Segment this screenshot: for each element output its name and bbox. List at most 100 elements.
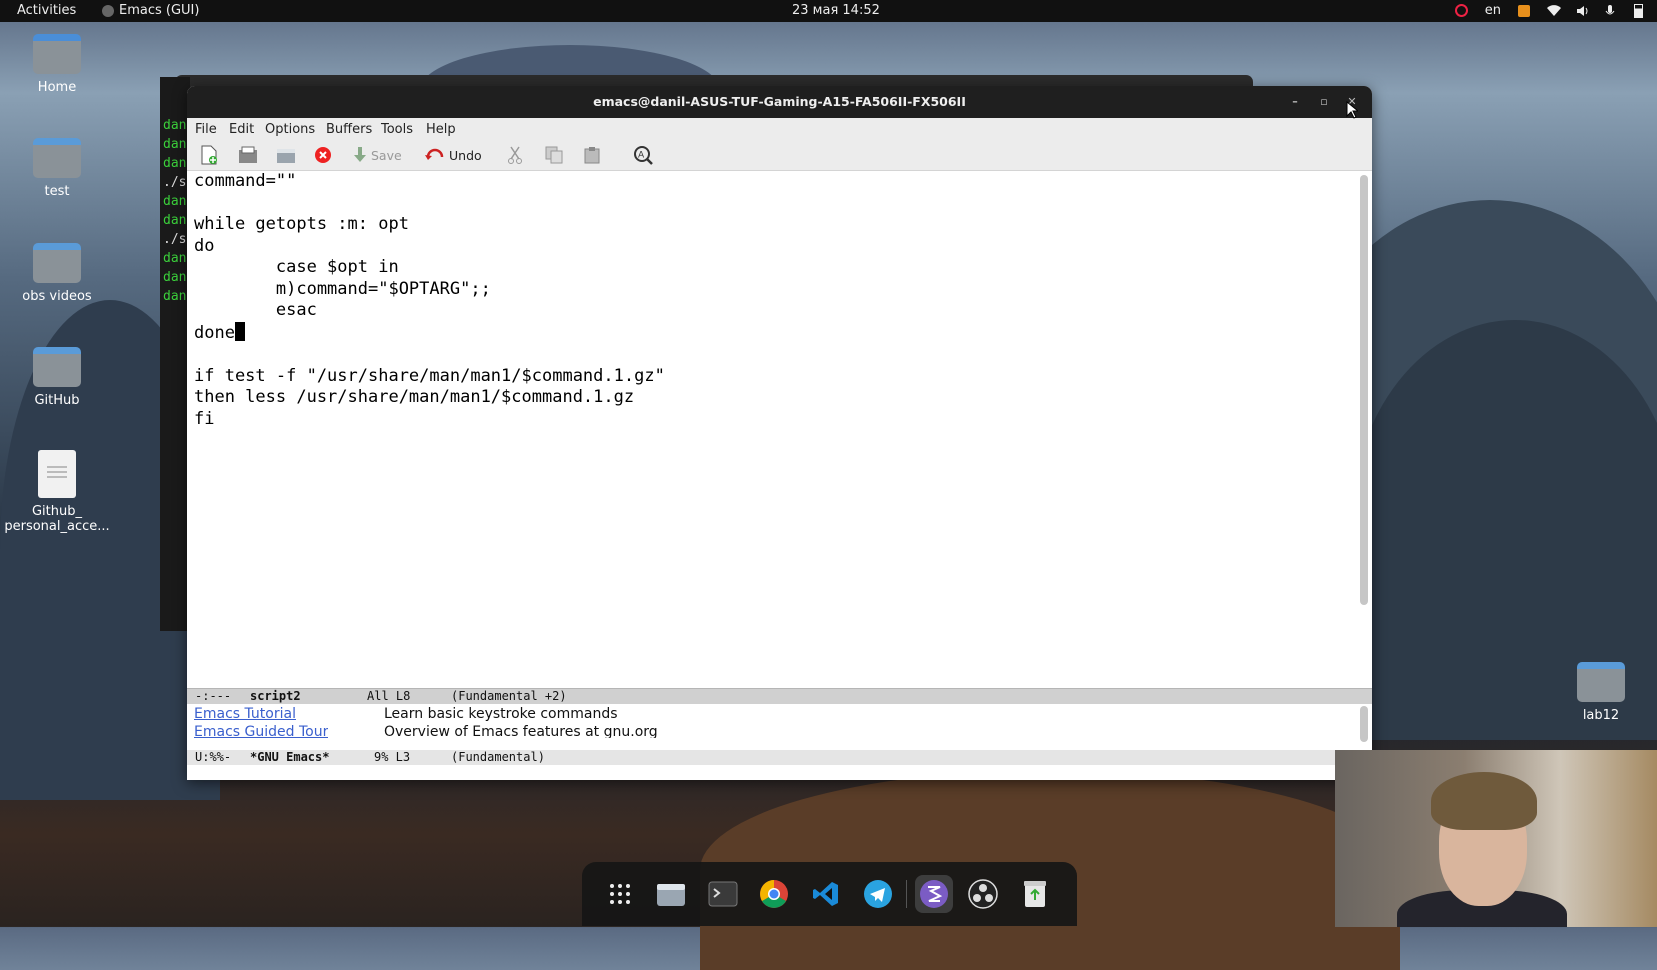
maximize-icon[interactable]: ▫ <box>1317 95 1331 109</box>
new-file-button[interactable] <box>200 145 218 165</box>
code-line: done <box>194 322 235 343</box>
directory-icon <box>277 149 295 163</box>
webcam-overlay <box>1335 750 1657 927</box>
desktop-icon-lab12[interactable]: lab12 <box>1551 662 1651 723</box>
modeline-mode: (Fundamental +2) <box>451 689 567 703</box>
toolbar: Save Undo A <box>187 140 1372 171</box>
emacs-guided-tour-link[interactable]: Emacs Guided Tour <box>194 724 328 738</box>
save-label: Save <box>371 147 402 163</box>
update-icon[interactable] <box>1518 4 1530 17</box>
menu-options[interactable]: Options <box>265 122 315 137</box>
desktop-icon-obs-videos[interactable]: obs videos <box>7 243 107 304</box>
dock-separator <box>906 880 907 908</box>
microphone-icon[interactable] <box>1605 4 1617 17</box>
code-line: while getopts :m: opt <box>194 214 409 234</box>
text-file-icon <box>38 450 76 498</box>
desktop-icon-label: test <box>44 184 70 199</box>
desktop-icon-label: Github_ personal_acce... <box>4 504 110 534</box>
folder-icon <box>33 138 81 178</box>
undo-icon <box>425 148 444 160</box>
files-icon[interactable] <box>655 878 687 910</box>
folder-icon <box>1577 662 1625 702</box>
text-cursor <box>234 321 245 341</box>
menu-bar: File Edit Options Buffers Tools Help <box>187 118 1372 140</box>
menu-edit[interactable]: Edit <box>229 122 254 137</box>
system-tray[interactable]: en <box>1454 3 1643 18</box>
trash-icon[interactable] <box>1019 878 1051 910</box>
gnu-emacs-buffer[interactable]: Emacs Tutorial Learn basic keystroke com… <box>187 704 1372 750</box>
terminal-line: dan <box>163 270 187 285</box>
search-button[interactable]: A <box>633 145 653 165</box>
desktop-icon-test[interactable]: test <box>7 138 107 199</box>
menu-tools[interactable]: Tools <box>381 122 413 137</box>
folder-icon <box>33 347 81 387</box>
editor-buffer[interactable]: command="" while getopts :m: opt do case… <box>187 171 1358 674</box>
modeline-mode: (Fundamental) <box>451 750 545 764</box>
window-titlebar[interactable]: emacs@danil-ASUS-TUF-Gaming-A15-FA506II-… <box>187 86 1372 118</box>
modeline-status: U:%%- <box>195 750 232 764</box>
open-folder-icon <box>239 146 257 163</box>
language-indicator[interactable]: en <box>1485 3 1501 18</box>
clock[interactable]: 23 мая 14:52 <box>792 3 880 18</box>
volume-icon[interactable] <box>1576 5 1588 17</box>
svg-text:A: A <box>638 151 645 161</box>
code-line: do <box>194 235 215 256</box>
activities-button[interactable]: Activities <box>17 3 76 18</box>
code-line: m)command="$OPTARG";; <box>194 278 491 299</box>
app-tray-icon[interactable] <box>1454 4 1468 17</box>
menu-help[interactable]: Help <box>426 122 456 137</box>
scissors-icon <box>508 146 522 164</box>
code-line: esac <box>194 300 317 320</box>
terminal-icon[interactable] <box>707 878 739 910</box>
minimize-icon[interactable]: – <box>1288 95 1302 109</box>
modeline-buffer-name: script2 <box>250 689 301 703</box>
desktop-icon-github-token[interactable]: Github_ personal_acce... <box>4 450 110 534</box>
undo-button[interactable]: Undo <box>425 145 482 165</box>
mouse-pointer-icon <box>1346 101 1358 119</box>
apps-grid-icon[interactable] <box>604 878 636 910</box>
menu-buffers[interactable]: Buffers <box>326 122 372 137</box>
link-description: Overview of Emacs features at gnu.org <box>384 724 658 738</box>
desktop-icon-home[interactable]: Home <box>7 34 107 95</box>
modeline-position: 9% L3 <box>374 750 411 764</box>
undo-label: Undo <box>449 147 482 163</box>
app-menu[interactable]: Emacs (GUI) <box>102 3 199 18</box>
obs-icon[interactable] <box>967 878 999 910</box>
modeline-buffer-name: *GNU Emacs* <box>250 750 330 764</box>
paste-button[interactable] <box>583 145 601 165</box>
telegram-icon[interactable] <box>862 878 894 910</box>
modeline-status: -:--- <box>195 689 232 703</box>
copy-button[interactable] <box>545 145 563 165</box>
terminal-line: dan <box>163 118 187 133</box>
vscode-icon[interactable] <box>810 878 842 910</box>
code-line: if test -f "/usr/share/man/man1/$command… <box>194 365 665 386</box>
menu-file[interactable]: File <box>195 122 217 137</box>
desktop-icon-github[interactable]: GitHub <box>7 347 107 408</box>
link-description: Learn basic keystroke commands <box>384 706 618 722</box>
battery-icon[interactable] <box>1634 3 1643 18</box>
mode-line-bottom[interactable]: U:%%- *GNU Emacs* 9% L3 (Fundamental) <box>187 750 1335 765</box>
terminal-line: ./s <box>163 232 187 247</box>
cut-button[interactable] <box>508 145 522 165</box>
wifi-icon[interactable] <box>1547 4 1561 17</box>
chrome-icon[interactable] <box>758 878 790 910</box>
desktop-icon-label: obs videos <box>22 289 92 304</box>
lower-scrollbar[interactable] <box>1360 706 1368 742</box>
kill-buffer-button[interactable] <box>314 145 332 165</box>
emacs-tutorial-link[interactable]: Emacs Tutorial <box>194 706 296 722</box>
new-file-icon <box>201 145 217 165</box>
mode-line-top[interactable]: -:--- script2 All L8 (Fundamental +2) <box>187 688 1372 704</box>
terminal-line: dan <box>163 289 187 304</box>
code-area[interactable]: command="" while getopts :m: opt do case… <box>194 171 665 430</box>
editor-scrollbar[interactable] <box>1360 175 1368 605</box>
save-button[interactable]: Save <box>353 145 402 165</box>
open-directory-button[interactable] <box>276 145 296 165</box>
terminal-line: dan <box>163 194 187 209</box>
open-file-button[interactable] <box>238 145 258 165</box>
emacs-window[interactable]: emacs@danil-ASUS-TUF-Gaming-A15-FA506II-… <box>187 86 1372 780</box>
code-line: then less /usr/share/man/man1/$command.1… <box>194 387 635 407</box>
terminal-line: dan <box>163 213 187 228</box>
folder-icon <box>33 243 81 283</box>
terminal-line: dan <box>163 137 187 152</box>
emacs-icon[interactable] <box>915 875 953 913</box>
